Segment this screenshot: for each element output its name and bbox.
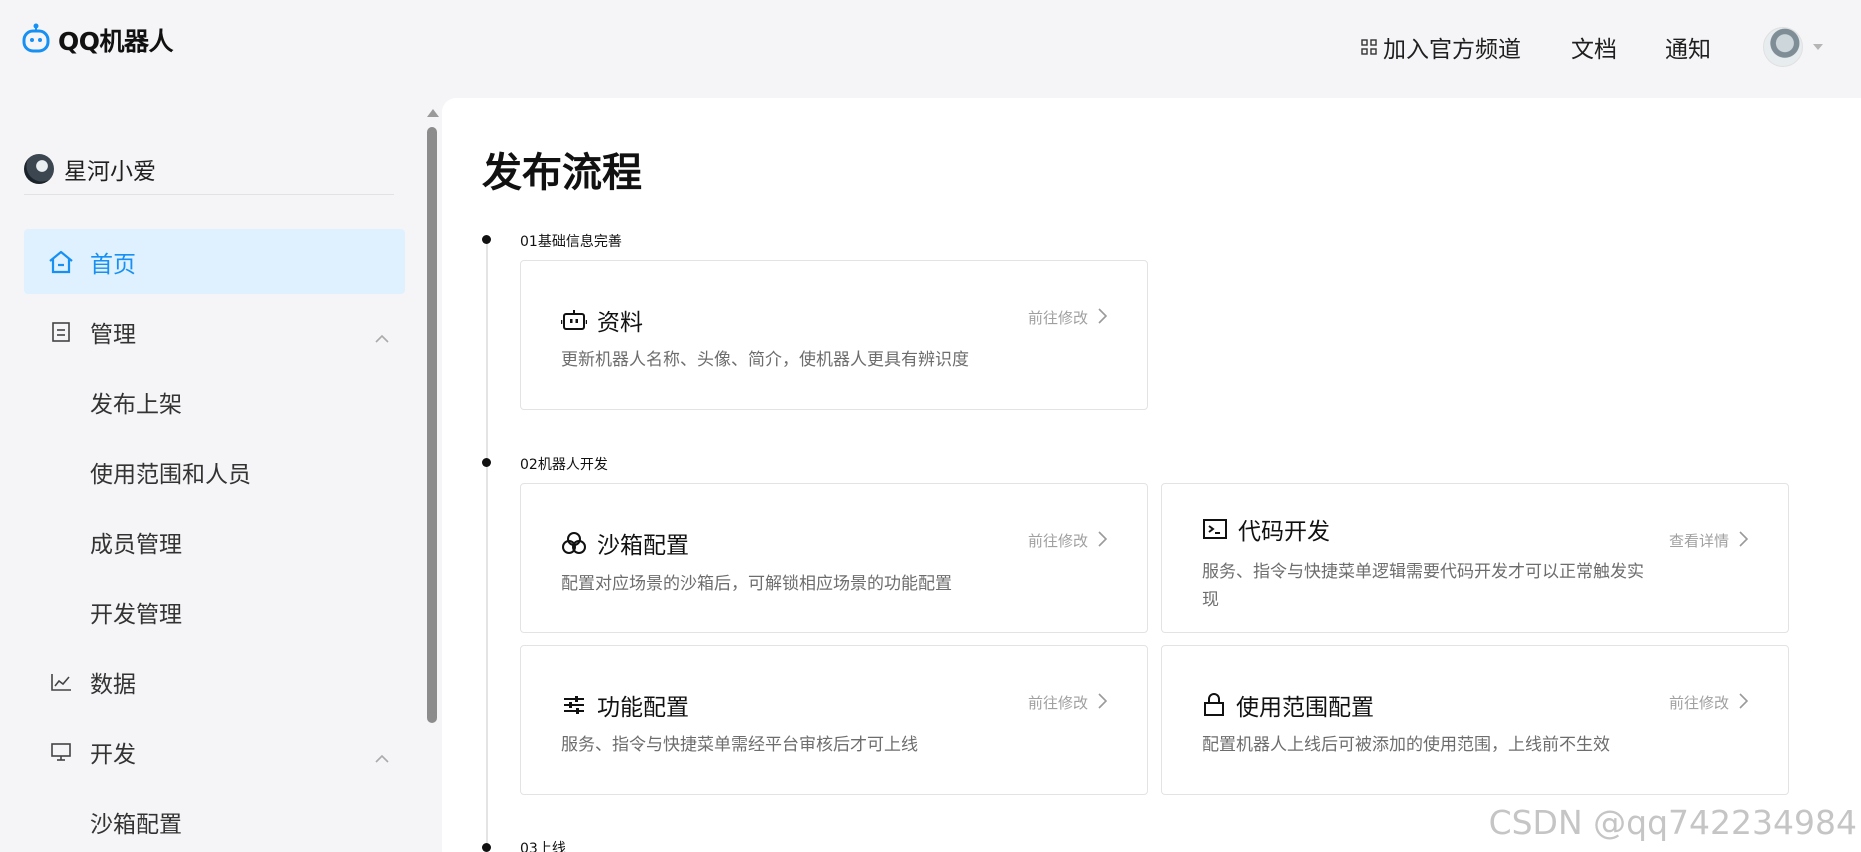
timeline-dot	[482, 458, 491, 467]
robot-logo-icon	[22, 23, 50, 57]
card-link-label: 前往修改	[1027, 309, 1088, 327]
sidebar-item-sandbox[interactable]: 沙箱配置	[24, 789, 405, 852]
sidebar: 星河小爱 首页 管理 发布上架 使用范围和人员 成员管理 开发管理 数据 开发 …	[0, 95, 420, 852]
card-head: 沙箱配置	[561, 526, 689, 560]
card-head: 使用范围配置	[1202, 688, 1374, 722]
sidebar-item-dev-manage[interactable]: 开发管理	[24, 579, 405, 644]
logo[interactable]: QQ机器人	[22, 22, 174, 58]
watermark: CSDN @qq742234984	[1488, 803, 1857, 842]
scroll-thumb[interactable]	[427, 127, 437, 723]
sidebar-item-label: 首页	[90, 251, 136, 278]
card-head: 资料	[561, 303, 643, 337]
card-link-edit[interactable]: 前往修改	[1027, 307, 1108, 328]
card-desc: 更新机器人名称、头像、简介，使机器人更具有辨识度	[561, 350, 969, 370]
card-link-edit[interactable]: 前往修改	[1027, 530, 1108, 551]
sidebar-scrollbar[interactable]	[425, 105, 439, 725]
lock-icon	[1202, 693, 1226, 717]
bot-name: 星河小爱	[64, 158, 156, 185]
sidebar-item-members[interactable]: 成员管理	[24, 509, 405, 574]
timeline-dot	[482, 235, 491, 244]
card-desc: 配置机器人上线后可被添加的使用范围，上线前不生效	[1202, 735, 1610, 755]
scroll-up-arrow-icon[interactable]	[427, 109, 439, 117]
document-icon	[48, 319, 74, 345]
sidebar-item-label: 管理	[90, 321, 136, 348]
chevron-right-icon	[1098, 692, 1108, 713]
robot-icon	[561, 309, 587, 331]
top-bar: QQ机器人 加入官方频道 文档 通知	[0, 0, 1861, 95]
card-title: 资料	[597, 310, 643, 336]
card-link-label: 前往修改	[1027, 694, 1088, 712]
page-title: 发布流程	[482, 150, 642, 196]
line-chart-icon	[48, 669, 74, 695]
join-channel-link[interactable]: 加入官方频道	[1361, 30, 1521, 64]
card-desc: 配置对应场景的沙箱后，可解锁相应场景的功能配置	[561, 574, 952, 594]
join-channel-label: 加入官方频道	[1383, 37, 1521, 63]
card-link-details[interactable]: 查看详情	[1668, 530, 1749, 551]
monitor-icon	[48, 739, 74, 765]
grid-icon	[1361, 39, 1377, 55]
main-content: 发布流程 01基础信息完善 资料 更新机器人名称、头像、简介，使机器人更具有辨识…	[442, 98, 1861, 852]
sandbox-icon	[561, 531, 587, 555]
sidebar-item-data[interactable]: 数据	[24, 649, 405, 714]
bot-avatar	[24, 153, 54, 184]
card-link-label: 前往修改	[1027, 532, 1088, 550]
card-link-edit[interactable]: 前往修改	[1027, 692, 1108, 713]
card-function-config[interactable]: 功能配置 服务、指令与快捷菜单需经平台审核后才可上线 前往修改	[520, 645, 1148, 795]
card-title: 代码开发	[1238, 519, 1330, 545]
step-label: 01基础信息完善	[520, 234, 622, 250]
chevron-right-icon	[1098, 307, 1108, 328]
card-scope-config[interactable]: 使用范围配置 配置机器人上线后可被添加的使用范围，上线前不生效 前往修改	[1161, 645, 1789, 795]
sliders-icon	[561, 694, 587, 716]
caret-down-icon[interactable]	[1813, 44, 1823, 50]
card-profile[interactable]: 资料 更新机器人名称、头像、简介，使机器人更具有辨识度 前往修改	[520, 260, 1148, 410]
bot-profile[interactable]: 星河小爱	[24, 153, 394, 195]
sidebar-item-label: 开发	[90, 741, 136, 768]
card-head: 代码开发	[1202, 512, 1330, 546]
timeline-line	[486, 238, 488, 852]
sidebar-item-develop[interactable]: 开发	[24, 719, 405, 784]
card-link-label: 前往修改	[1668, 694, 1729, 712]
card-desc: 服务、指令与快捷菜单需经平台审核后才可上线	[561, 735, 918, 755]
sidebar-menu: 首页 管理 发布上架 使用范围和人员 成员管理 开发管理 数据 开发 沙箱配置	[24, 229, 405, 852]
card-title: 使用范围配置	[1236, 695, 1374, 721]
sidebar-item-label: 数据	[90, 671, 136, 698]
chevron-right-icon	[1739, 530, 1749, 551]
card-link-label: 查看详情	[1668, 532, 1729, 550]
sidebar-item-publish[interactable]: 发布上架	[24, 369, 405, 434]
docs-link[interactable]: 文档	[1571, 30, 1617, 64]
user-avatar[interactable]	[1763, 27, 1803, 67]
terminal-icon	[1202, 518, 1228, 540]
step-label: 03上线	[520, 841, 566, 852]
card-title: 功能配置	[597, 695, 689, 721]
timeline-dot	[482, 843, 491, 852]
chevron-right-icon	[1098, 530, 1108, 551]
card-desc: 服务、指令与快捷菜单逻辑需要代码开发才可以正常触发实现	[1202, 562, 1644, 610]
home-icon	[48, 249, 74, 275]
step-label: 02机器人开发	[520, 457, 608, 473]
sidebar-item-home[interactable]: 首页	[24, 229, 405, 294]
chevron-up-icon[interactable]	[375, 743, 389, 769]
card-sandbox[interactable]: 沙箱配置 配置对应场景的沙箱后，可解锁相应场景的功能配置 前往修改	[520, 483, 1148, 633]
top-nav: 加入官方频道 文档 通知	[1361, 26, 1861, 68]
sidebar-item-manage[interactable]: 管理	[24, 299, 405, 364]
card-title: 沙箱配置	[597, 533, 689, 559]
logo-text: QQ机器人	[58, 27, 174, 56]
card-link-edit[interactable]: 前往修改	[1668, 692, 1749, 713]
notifications-link[interactable]: 通知	[1665, 30, 1711, 64]
card-code-dev[interactable]: 代码开发 服务、指令与快捷菜单逻辑需要代码开发才可以正常触发实现 查看详情	[1161, 483, 1789, 633]
sidebar-item-scope[interactable]: 使用范围和人员	[24, 439, 405, 504]
card-head: 功能配置	[561, 688, 689, 722]
chevron-up-icon[interactable]	[375, 323, 389, 349]
chevron-right-icon	[1739, 692, 1749, 713]
